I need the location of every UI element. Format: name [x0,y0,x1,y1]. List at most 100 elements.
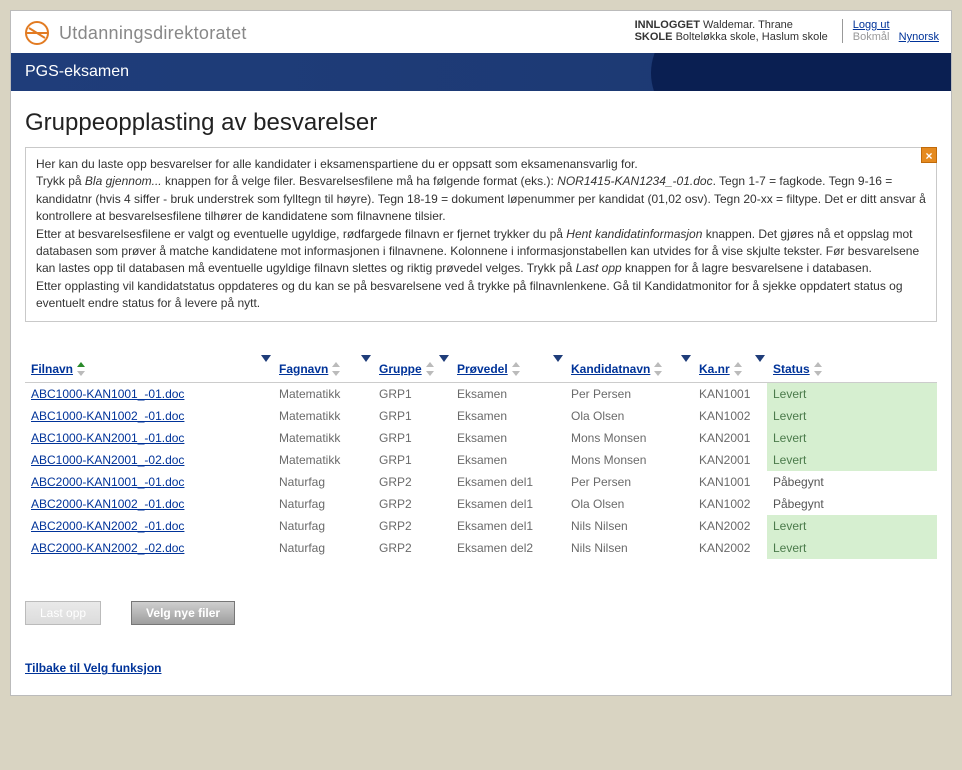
col-header-filnavn[interactable]: Filnavn [25,358,273,383]
banner-title: PGS-eksamen [25,63,129,80]
select-files-button[interactable]: Velg nye filer [131,601,235,625]
table-row: ABC1000-KAN1001_-01.doc MatematikkGRP1Eks… [25,383,937,406]
sort-icon [77,362,87,376]
file-link[interactable]: ABC2000-KAN1001_-01.doc [31,475,184,489]
cell-fagnavn: Naturfag [273,471,373,493]
cell-provedel: Eksamen [451,383,565,406]
logo: Utdanningsdirektoratet [23,19,247,47]
status-badge: Levert [767,427,937,449]
file-link[interactable]: ABC1000-KAN1002_-01.doc [31,409,184,423]
cell-fagnavn: Naturfag [273,537,373,559]
sort-icon [512,362,522,376]
file-link[interactable]: ABC2000-KAN1002_-01.doc [31,497,184,511]
col-header-gruppe[interactable]: Gruppe [373,358,451,383]
filter-icon[interactable] [361,355,371,362]
cell-kandidatnavn: Nils Nilsen [565,537,693,559]
status-badge: Levert [767,537,937,559]
file-link[interactable]: ABC2000-KAN2002_-01.doc [31,519,184,533]
cell-gruppe: GRP2 [373,493,451,515]
col-header-status[interactable]: Status [767,358,937,383]
file-link[interactable]: ABC1000-KAN1001_-01.doc [31,387,184,401]
cell-kandidatnavn: Mons Monsen [565,427,693,449]
cell-kanr: KAN2001 [693,427,767,449]
filter-icon[interactable] [681,355,691,362]
cell-kandidatnavn: Ola Olsen [565,493,693,515]
sort-icon [654,362,664,376]
content: Gruppeopplasting av besvarelser × Her ka… [11,91,951,695]
filter-icon[interactable] [439,355,449,362]
filter-icon[interactable] [553,355,563,362]
col-header-kandidatnavn[interactable]: Kandidatnavn [565,358,693,383]
info-p3: Etter opplasting vil kandidatstatus oppd… [36,278,926,313]
cell-kanr: KAN2002 [693,537,767,559]
cell-kanr: KAN1002 [693,493,767,515]
lang-bokmal: Bokmål [853,31,890,43]
cell-gruppe: GRP2 [373,471,451,493]
login-info: INNLOGGET Waldemar. Thrane SKOLE Boltelø… [635,19,828,43]
cell-kanr: KAN1002 [693,405,767,427]
info-p2: Etter at besvarelsesfilene er valgt og e… [36,226,926,278]
logout-link[interactable]: Logg ut [853,19,890,31]
table-row: ABC2000-KAN2002_-02.docNaturfagGRP2Eksam… [25,537,937,559]
cell-gruppe: GRP2 [373,537,451,559]
cell-gruppe: GRP1 [373,383,451,406]
cell-provedel: Eksamen del1 [451,471,565,493]
cell-kandidatnavn: Ola Olsen [565,405,693,427]
info-p1b: Trykk på Bla gjennom... knappen for å ve… [36,173,926,225]
status-badge: Levert [767,449,937,471]
cell-fagnavn: Matematikk [273,405,373,427]
cell-fagnavn: Matematikk [273,383,373,406]
cell-provedel: Eksamen [451,427,565,449]
col-header-kanr[interactable]: Ka.nr [693,358,767,383]
status-badge: Levert [767,515,937,537]
info-box: × Her kan du laste opp besvarelser for a… [25,147,937,322]
app-window: Utdanningsdirektoratet INNLOGGET Waldema… [10,10,952,696]
logged-in-label: INNLOGGET [635,19,700,31]
filter-icon[interactable] [261,355,271,362]
cell-gruppe: GRP1 [373,427,451,449]
table-row: ABC1000-KAN2001_-02.docMatematikkGRP1Eks… [25,449,937,471]
school-name: Bolteløkka skole, Haslum skole [676,31,828,43]
cell-kandidatnavn: Nils Nilsen [565,515,693,537]
file-link[interactable]: ABC1000-KAN2001_-02.doc [31,453,184,467]
button-bar: Last opp Velg nye filer [25,601,937,625]
page-title: Gruppeopplasting av besvarelser [25,109,937,137]
status-badge: Påbegynt [767,493,937,515]
back-link[interactable]: Tilbake til Velg funksjon [25,661,161,675]
info-p1a: Her kan du laste opp besvarelser for all… [36,156,926,173]
cell-provedel: Eksamen [451,449,565,471]
lang-nynorsk-link[interactable]: Nynorsk [899,31,939,43]
cell-fagnavn: Matematikk [273,449,373,471]
table-row: ABC1000-KAN1002_-01.doc MatematikkGRP1Eks… [25,405,937,427]
user-name: Waldemar. Thrane [703,19,793,31]
col-header-fagnavn[interactable]: Fagnavn [273,358,373,383]
file-link[interactable]: ABC2000-KAN2002_-02.doc [31,541,184,555]
cell-kanr: KAN1001 [693,471,767,493]
cell-gruppe: GRP1 [373,405,451,427]
banner: PGS-eksamen [11,53,951,91]
org-name: Utdanningsdirektoratet [59,23,247,44]
col-header-provedel[interactable]: Prøvedel [451,358,565,383]
cell-provedel: Eksamen del1 [451,493,565,515]
cell-fagnavn: Matematikk [273,427,373,449]
cell-fagnavn: Naturfag [273,493,373,515]
sort-icon [332,362,342,376]
cell-kanr: KAN2002 [693,515,767,537]
sort-icon [734,362,744,376]
cell-provedel: Eksamen [451,405,565,427]
org-logo-icon [23,19,51,47]
close-icon[interactable]: × [921,147,937,163]
status-badge: Påbegynt [767,471,937,493]
upload-button[interactable]: Last opp [25,601,101,625]
status-badge: Levert [767,405,937,427]
table-header-row: Filnavn Fagnavn Gruppe Prøvedel Kandidat… [25,358,937,383]
filter-icon[interactable] [755,355,765,362]
table-row: ABC2000-KAN2002_-01.docNaturfagGRP2Eksam… [25,515,937,537]
cell-gruppe: GRP2 [373,515,451,537]
file-link[interactable]: ABC1000-KAN2001_-01.doc [31,431,184,445]
header-right: INNLOGGET Waldemar. Thrane SKOLE Boltelø… [635,19,939,43]
cell-kanr: KAN2001 [693,449,767,471]
table-row: ABC2000-KAN1002_-01.doc NaturfagGRP2Eksam… [25,493,937,515]
school-label: SKOLE [635,31,673,43]
cell-kandidatnavn: Mons Monsen [565,449,693,471]
